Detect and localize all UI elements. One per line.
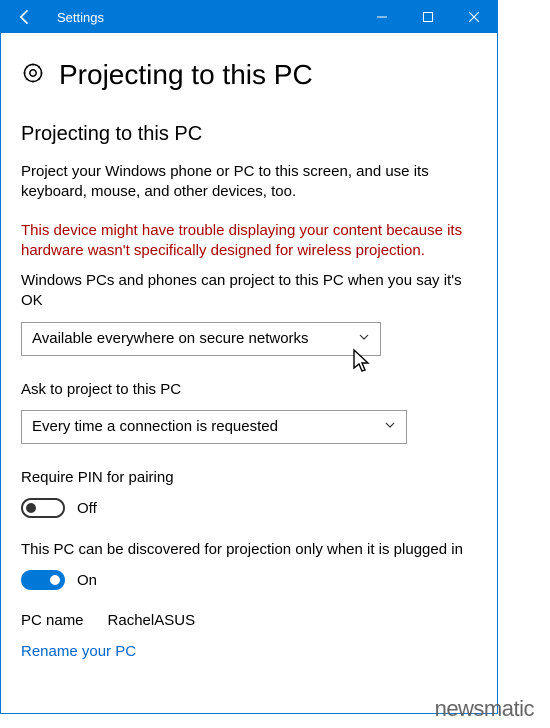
projection-availability-dropdown[interactable]: Available everywhere on secure networks	[21, 322, 381, 356]
rename-pc-link[interactable]: Rename your PC	[21, 643, 477, 660]
pc-name-value: RachelASUS	[108, 612, 196, 629]
chevron-down-icon	[384, 418, 396, 435]
dropdown-value: Available everywhere on secure networks	[32, 330, 358, 347]
discover-plugged-label: This PC can be discovered for projection…	[21, 540, 477, 560]
maximize-button[interactable]	[405, 1, 451, 33]
dropdown-value: Every time a connection is requested	[32, 418, 384, 435]
gear-icon	[21, 61, 45, 90]
titlebar: Settings	[1, 1, 497, 33]
watermark: newsmatic	[435, 696, 534, 722]
pc-name-label: PC name	[21, 612, 84, 629]
projection-availability-label: Windows PCs and phones can project to th…	[21, 271, 477, 312]
app-title: Settings	[57, 10, 359, 25]
section-title: Projecting to this PC	[21, 123, 477, 146]
minimize-button[interactable]	[359, 1, 405, 33]
require-pin-label: Require PIN for pairing	[21, 468, 477, 488]
require-pin-toggle[interactable]	[21, 498, 65, 518]
back-button[interactable]	[1, 1, 49, 33]
ask-to-project-label: Ask to project to this PC	[21, 380, 477, 400]
require-pin-state: Off	[77, 500, 97, 517]
page-title: Projecting to this PC	[59, 59, 313, 91]
ask-to-project-dropdown[interactable]: Every time a connection is requested	[21, 410, 407, 444]
chevron-down-icon	[358, 330, 370, 347]
discover-plugged-state: On	[77, 572, 97, 589]
section-description: Project your Windows phone or PC to this…	[21, 162, 477, 203]
close-button[interactable]	[451, 1, 497, 33]
discover-plugged-toggle[interactable]	[21, 570, 65, 590]
hardware-warning: This device might have trouble displayin…	[21, 221, 477, 262]
